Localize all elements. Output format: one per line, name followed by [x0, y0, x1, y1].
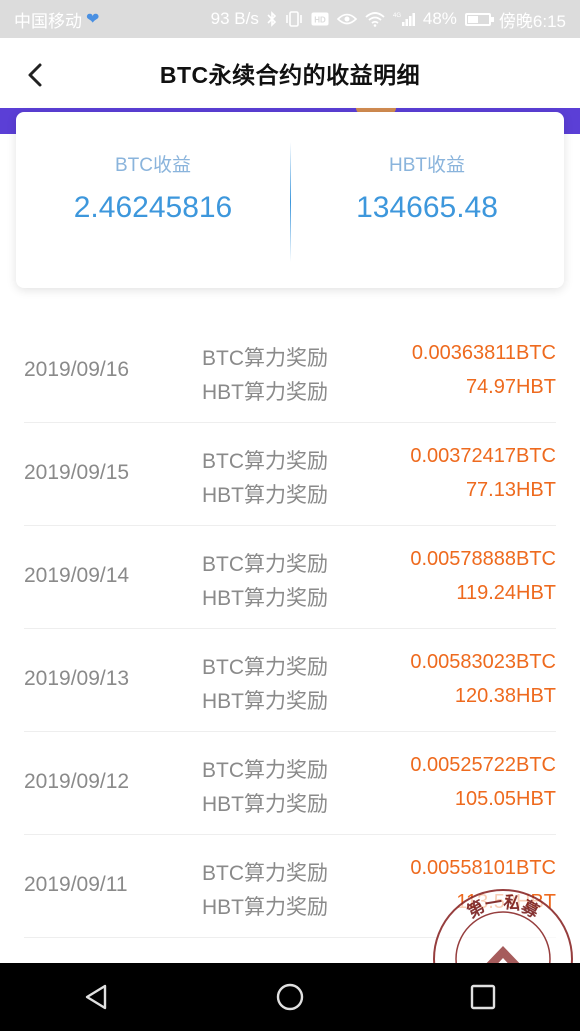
record-btc-type: BTC算力奖励	[202, 450, 328, 473]
list-item[interactable]: 2019/09/15 BTC算力奖励 0.00372417BTC HBT算力奖励 77.…	[24, 423, 556, 526]
record-hbt-amount: 77.13HBT	[465, 479, 556, 501]
record-btc-type: BTC算力奖励	[202, 553, 328, 576]
list-item[interactable]: 2019/09/16 BTC算力奖励 0.00363811BTC HBT算力奖励 74.…	[24, 320, 556, 423]
page-title: BTC永续合约的收益明细	[159, 62, 421, 88]
vibrate-icon	[285, 11, 303, 27]
svg-text:HD: HD	[314, 16, 326, 25]
record-date: 2019/09/11	[24, 873, 128, 896]
btc-earnings-summary: BTC收益 2.46245816	[16, 150, 290, 225]
status-right: 93 B/s HD 4G 48% 傍晚6:15	[211, 7, 566, 32]
record-btc-amount: 0.00583023BTC	[410, 651, 556, 673]
record-hbt-amount: 105.05HBT	[454, 788, 556, 810]
btc-earnings-label: BTC收益	[114, 155, 191, 176]
bluetooth-icon	[267, 11, 277, 27]
hbt-earnings-label: HBT收益	[388, 155, 465, 176]
battery-icon	[464, 12, 494, 26]
record-date: 2019/09/16	[24, 358, 130, 381]
record-hbt-amount: 74.97HBT	[465, 376, 556, 398]
chevron-left-icon	[28, 63, 42, 87]
earnings-summary-card: BTC收益 2.46245816 HBT收益 134665.48	[16, 112, 564, 288]
record-hbt-type: HBT算力奖励	[202, 587, 328, 610]
record-hbt-amount: 119.24HBT	[456, 582, 556, 604]
nav-home-button[interactable]	[260, 967, 320, 1027]
network-type-label: 4G	[393, 13, 401, 19]
system-nav-bar	[0, 963, 580, 1031]
list-item[interactable]: 2019/09/12 BTC算力奖励 0.00525722BTC HBT算力奖励 105…	[24, 732, 556, 835]
record-hbt-type: HBT算力奖励	[202, 690, 328, 713]
network-speed: 93 B/s	[210, 9, 259, 28]
status-bar: 中国移动 ❤ 93 B/s HD 4G 48% 傍晚6:15	[0, 0, 580, 38]
record-btc-amount: 0.00372417BTC	[410, 445, 556, 467]
carrier-name: 中国移动	[14, 11, 82, 31]
record-hbt-type: HBT算力奖励	[202, 381, 328, 404]
app-header: BTC永续合约的收益明细	[0, 38, 580, 108]
record-date: 2019/09/14	[24, 564, 130, 587]
triangle-back-icon	[85, 984, 106, 1010]
wifi-icon	[365, 11, 385, 27]
record-date: 2019/09/15	[24, 461, 130, 484]
nav-back-button[interactable]	[67, 967, 127, 1027]
record-btc-amount: 0.00578888BTC	[410, 548, 556, 570]
record-date: 2019/09/13	[24, 667, 130, 690]
heart-icon: ❤	[86, 11, 100, 28]
record-hbt-amount: 113.59HBT	[456, 891, 556, 913]
hd-icon: HD	[311, 11, 329, 27]
record-btc-type: BTC算力奖励	[202, 862, 328, 885]
eye-icon	[336, 12, 357, 26]
list-item[interactable]: 2019/09/11 BTC算力奖励 0.00558101BTC HBT算力奖励 113…	[24, 835, 556, 938]
record-btc-type: BTC算力奖励	[202, 656, 328, 679]
record-hbt-type: HBT算力奖励	[202, 896, 328, 919]
record-btc-type: BTC算力奖励	[202, 347, 328, 370]
record-date: 2019/09/12	[24, 770, 130, 793]
record-hbt-amount: 120.38HBT	[454, 685, 556, 707]
btc-earnings-value: 2.46245816	[73, 191, 233, 224]
earnings-records-list[interactable]: 2019/09/16 BTC算力奖励 0.00363811BTC HBT算力奖励 74.…	[24, 320, 556, 938]
record-btc-amount: 0.00525722BTC	[410, 754, 556, 776]
record-btc-amount: 0.00363811BTC	[411, 342, 556, 364]
status-time: 傍晚6:15	[498, 11, 566, 31]
status-left: 中国移动 ❤	[14, 7, 99, 32]
nav-recents-button[interactable]	[453, 967, 513, 1027]
hbt-earnings-summary: HBT收益 134665.48	[290, 150, 564, 225]
battery-percent: 48%	[422, 9, 457, 28]
square-recents-icon	[471, 984, 496, 1010]
list-item[interactable]: 2019/09/13 BTC算力奖励 0.00583023BTC HBT算力奖励 120…	[24, 629, 556, 732]
record-hbt-type: HBT算力奖励	[202, 793, 328, 816]
record-hbt-type: HBT算力奖励	[202, 484, 328, 507]
back-button[interactable]	[18, 58, 52, 92]
circle-home-icon	[276, 983, 304, 1011]
list-item[interactable]: 2019/09/14 BTC算力奖励 0.00578888BTC HBT算力奖励 119…	[24, 526, 556, 629]
hbt-earnings-value: 134665.48	[356, 191, 498, 224]
record-btc-type: BTC算力奖励	[202, 759, 328, 782]
battery-fill	[467, 15, 478, 23]
signal-icon: 4G	[393, 11, 415, 27]
record-btc-amount: 0.00558101BTC	[410, 857, 556, 879]
